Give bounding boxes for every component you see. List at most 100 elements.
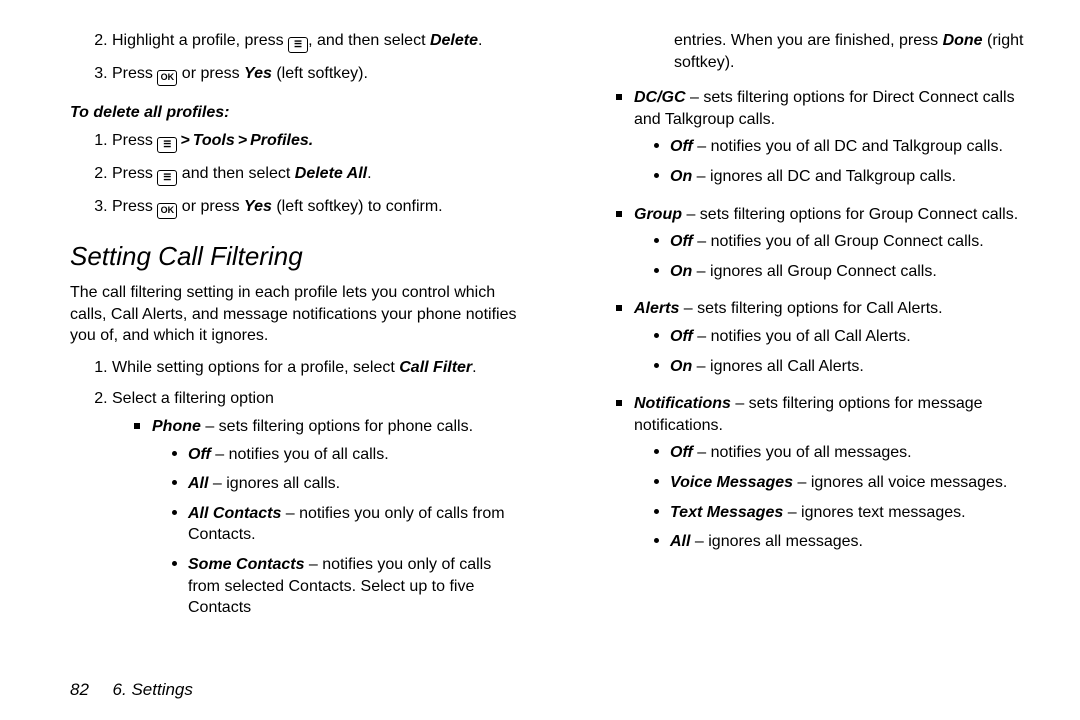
dcgc-options: Off – notifies you of all DC and Talkgro… bbox=[634, 136, 1040, 195]
text: and then select bbox=[177, 165, 294, 182]
gt-icon: > bbox=[235, 132, 250, 149]
chapter-label: 6. Settings bbox=[113, 680, 193, 699]
text: – notifies you of all Group Connect call… bbox=[693, 233, 984, 250]
text: – sets filtering options for Direct Conn… bbox=[634, 89, 1015, 128]
label-delete: Delete bbox=[430, 32, 478, 49]
step-3: Press OK or press Yes (left softkey). bbox=[112, 63, 520, 96]
opt-on: On – ignores all DC and Talkgroup calls. bbox=[654, 166, 1040, 196]
label: All bbox=[188, 475, 208, 492]
text: Press bbox=[112, 165, 157, 182]
menu-key-icon: ☰ bbox=[157, 137, 177, 153]
text: . bbox=[367, 165, 371, 182]
menu-key-icon: ☰ bbox=[288, 37, 308, 53]
label: All bbox=[670, 533, 690, 550]
label: On bbox=[670, 358, 692, 375]
label-profiles: Profiles bbox=[250, 132, 309, 149]
right-content: entries. When you are finished, press Do… bbox=[560, 30, 1040, 569]
menu-key-icon: ☰ bbox=[157, 170, 177, 186]
phone-group: Phone – sets filtering options for phone… bbox=[112, 416, 520, 635]
delete-profile-steps: Highlight a profile, press ☰, and then s… bbox=[40, 30, 520, 96]
text: – ignores all Group Connect calls. bbox=[692, 263, 937, 280]
text: – ignores all DC and Talkgroup calls. bbox=[692, 168, 956, 185]
label-done: Done bbox=[943, 32, 983, 49]
label: Off bbox=[670, 233, 693, 250]
text: entries. When you are finished, press bbox=[674, 32, 943, 49]
label: Off bbox=[670, 328, 693, 345]
text: , and then select bbox=[308, 32, 430, 49]
text: Select a filtering option bbox=[112, 390, 274, 407]
columns: Highlight a profile, press ☰, and then s… bbox=[40, 30, 1040, 670]
notifications-options: Off – notifies you of all messages. Voic… bbox=[634, 442, 1040, 560]
opt-alerts: Alerts – sets filtering options for Call… bbox=[616, 298, 1040, 393]
label: On bbox=[670, 263, 692, 280]
section-heading: Setting Call Filtering bbox=[70, 241, 520, 272]
opt-all: All – ignores all messages. bbox=[654, 531, 1040, 561]
opt-all-contacts: All Contacts – notifies you only of call… bbox=[172, 503, 520, 554]
text: – notifies you of all DC and Talkgroup c… bbox=[693, 138, 1003, 155]
opt-dcgc: DC/GC – sets filtering options for Direc… bbox=[616, 87, 1040, 203]
da-step-2: Press ☰ and then select Delete All. bbox=[112, 163, 520, 196]
text: – sets filtering options for Call Alerts… bbox=[679, 300, 942, 317]
label-call-filter: Call Filter bbox=[399, 359, 472, 376]
label: Off bbox=[188, 446, 211, 463]
opt-all: All – ignores all calls. bbox=[172, 473, 520, 503]
label: Voice Messages bbox=[670, 474, 793, 491]
text: (left softkey) to confirm. bbox=[272, 198, 443, 215]
text: While setting options for a profile, sel… bbox=[112, 359, 399, 376]
label-delete-all: Delete All bbox=[295, 165, 367, 182]
text: – ignores all voice messages. bbox=[793, 474, 1007, 491]
gt-icon: > bbox=[177, 132, 192, 149]
text: Press bbox=[112, 198, 157, 215]
label: Off bbox=[670, 444, 693, 461]
right-column: entries. When you are finished, press Do… bbox=[560, 30, 1040, 670]
cf-step-1: While setting options for a profile, sel… bbox=[112, 357, 520, 389]
subhead-delete-all: To delete all profiles: bbox=[70, 104, 520, 122]
opt-voice-messages: Voice Messages – ignores all voice messa… bbox=[654, 472, 1040, 502]
label-tools: Tools bbox=[193, 132, 235, 149]
cf-step-2: Select a filtering option Phone – sets f… bbox=[112, 388, 520, 644]
some-contacts-continued: entries. When you are finished, press Do… bbox=[616, 30, 1040, 81]
label: Off bbox=[670, 138, 693, 155]
opt-group: Group – sets filtering options for Group… bbox=[616, 204, 1040, 299]
text: . bbox=[478, 32, 482, 49]
text: – ignores all calls. bbox=[208, 475, 340, 492]
page: Highlight a profile, press ☰, and then s… bbox=[0, 0, 1080, 720]
label-yes: Yes bbox=[244, 65, 272, 82]
opt-text-messages: Text Messages – ignores text messages. bbox=[654, 502, 1040, 532]
opt-phone: Phone – sets filtering options for phone… bbox=[134, 416, 520, 635]
text: Press bbox=[112, 132, 157, 149]
group-options: Off – notifies you of all Group Connect … bbox=[634, 231, 1040, 290]
call-filter-steps: While setting options for a profile, sel… bbox=[40, 357, 520, 645]
label: Phone bbox=[152, 418, 201, 435]
label: Notifications bbox=[634, 395, 731, 412]
text: – notifies you of all Call Alerts. bbox=[693, 328, 911, 345]
opt-off: Off – notifies you of all DC and Talkgro… bbox=[654, 136, 1040, 166]
text: – sets filtering options for Group Conne… bbox=[682, 206, 1018, 223]
text: – notifies you of all calls. bbox=[211, 446, 389, 463]
label: Group bbox=[634, 206, 682, 223]
opt-some-contacts: Some Contacts – notifies you only of cal… bbox=[172, 554, 520, 627]
step-2: Highlight a profile, press ☰, and then s… bbox=[112, 30, 520, 63]
text: – ignores text messages. bbox=[783, 504, 965, 521]
text: – ignores all messages. bbox=[690, 533, 863, 550]
text: or press bbox=[177, 65, 244, 82]
text: Highlight a profile, press bbox=[112, 32, 288, 49]
page-footer: 82 6. Settings bbox=[40, 680, 1040, 700]
text: . bbox=[309, 132, 313, 149]
label-yes: Yes bbox=[244, 198, 272, 215]
da-step-3: Press OK or press Yes (left softkey) to … bbox=[112, 196, 520, 229]
label: All Contacts bbox=[188, 505, 281, 522]
opt-off: Off – notifies you of all Call Alerts. bbox=[654, 326, 1040, 356]
left-column: Highlight a profile, press ☰, and then s… bbox=[40, 30, 520, 670]
text: – notifies you of all messages. bbox=[693, 444, 912, 461]
opt-off: Off – notifies you of all messages. bbox=[654, 442, 1040, 472]
label: DC/GC bbox=[634, 89, 686, 106]
opt-on: On – ignores all Group Connect calls. bbox=[654, 261, 1040, 291]
opt-on: On – ignores all Call Alerts. bbox=[654, 356, 1040, 386]
text: (left softkey). bbox=[272, 65, 368, 82]
phone-options: Off – notifies you of all calls. All – i… bbox=[152, 444, 520, 627]
text: or press bbox=[177, 198, 244, 215]
intro-paragraph: The call filtering setting in each profi… bbox=[70, 282, 520, 347]
ok-key-icon: OK bbox=[157, 70, 177, 86]
text: Press bbox=[112, 65, 157, 82]
